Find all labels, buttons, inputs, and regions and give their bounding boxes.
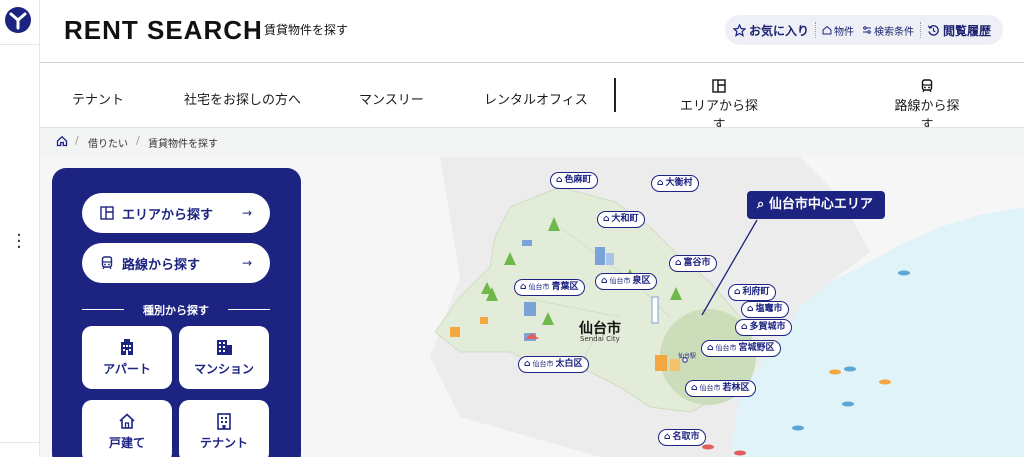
area-label-ohira[interactable]: ⌂ 大衡村 [651,175,700,192]
nav-company-housing[interactable]: 社宅をお探しの方へ [184,89,301,108]
history-label: 閲覧履歴 [943,23,992,38]
callout-label: 仙台市中心エリア [768,197,873,212]
arrow-right-icon: → [241,256,252,270]
city-name-en: Sendai City [580,335,620,343]
house-icon [119,413,135,429]
breadcrumb-item[interactable]: 借りたい [88,135,128,150]
area-label-aoba[interactable]: ⌂ 仙台市 青葉区 [514,279,586,296]
area-label-shiogama[interactable]: ⌂ 塩竈市 [741,301,790,318]
more-menu-icon[interactable]: · · · [11,227,27,257]
kind-tenant-button[interactable]: テナント [179,400,269,457]
favorites-link[interactable]: お気に入り [733,22,809,39]
nav-monthly[interactable]: マンスリー [359,89,424,108]
area-label-taihaku[interactable]: ⌂ 仙台市 太白区 [518,356,590,373]
rail-divider [0,44,40,45]
divider [815,22,817,38]
kind-apartment-button[interactable]: アパート [82,326,172,389]
station-label: 仙台駅 [678,353,697,360]
apartment-icon [121,339,133,355]
area-map-icon [100,206,114,220]
area-label-shikama[interactable]: ⌂ 色麻町 [550,172,599,189]
property-label: 物件 [834,26,855,38]
train-icon [921,79,933,93]
kind-house-button[interactable]: 戸建て [82,400,172,457]
kind-mansion-button[interactable]: マンション [179,326,269,389]
search-icon: ⌕ [757,197,765,212]
side-rail: · · · [0,0,40,457]
line-button-label: 路線から探す [122,257,201,273]
area-label-wakabayashi[interactable]: ⌂ 仙台市 若林区 [685,380,757,397]
brand-title[interactable]: RENT SEARCH [64,15,263,46]
saved-conditions-link[interactable]: 検索条件 [862,23,914,38]
area-label-rifu[interactable]: ⌂ 利府町 [728,284,777,301]
area-label-izumi[interactable]: ⌂ 仙台市 泉区 [595,273,658,290]
area-label-tomiya[interactable]: ⌂ 富谷市 [669,255,718,272]
kind-apartment-label: アパート [103,362,151,376]
nav-rental-office[interactable]: レンタルオフィス [484,89,588,108]
kind-section-title: 種別から探す [82,302,270,318]
area-label-miyagino[interactable]: ⌂ 仙台市 宮城野区 [701,340,782,357]
header-divider [40,62,1024,63]
breadcrumb-separator: / [75,134,79,147]
tenant-building-icon [217,413,231,430]
nav-divider [614,78,616,112]
logo-icon[interactable] [4,6,32,34]
area-button-label: エリアから探す [122,207,214,223]
nav-tenant[interactable]: テナント [72,89,124,108]
rail-divider [0,442,40,443]
kind-mansion-label: マンション [193,362,254,376]
home-icon[interactable] [56,135,68,147]
favorite-property-link[interactable]: 物件 [822,23,854,38]
area-map-icon [712,79,726,93]
divider [920,22,922,38]
history-link[interactable]: 閲覧履歴 [927,22,991,39]
area-label-tagajo[interactable]: ⌂ 多賀城市 [735,319,793,336]
area-label-taiwa[interactable]: ⌂ 大和町 [597,211,646,228]
mansion-icon [217,340,232,355]
kind-tenant-label: テナント [199,436,248,450]
star-icon [733,23,746,37]
nav-search-by-area[interactable]: エリアから探す [677,79,761,133]
sliders-icon [863,26,872,34]
house-icon [822,25,832,35]
utility-bar: お気に入り 物件 検索条件 閲覧履歴 [725,15,1003,45]
search-by-line-button[interactable]: 路線から探す → [82,243,270,283]
history-icon [927,24,939,36]
conditions-label: 検索条件 [874,26,915,38]
breadcrumb-current: 賃貸物件を探す [148,139,218,150]
search-by-area-button[interactable]: エリアから探す → [82,193,270,233]
arrow-right-icon: → [241,206,252,220]
sendai-center-area-callout[interactable]: ⌕ 仙台市中心エリア [747,191,885,219]
train-icon [101,256,113,270]
kind-house-label: 戸建て [108,436,145,450]
brand-subtitle: 賃貸物件を探す [264,23,349,37]
area-label-natori[interactable]: ⌂ 名取市 [658,429,707,446]
nav-search-by-line[interactable]: 路線から探す [889,79,965,133]
breadcrumb-separator: / [136,134,140,147]
favorites-label: お気に入り [749,23,810,38]
search-panel: エリアから探す → 路線から探す → 種別から探す アパート マンション 戸建て… [52,168,301,457]
